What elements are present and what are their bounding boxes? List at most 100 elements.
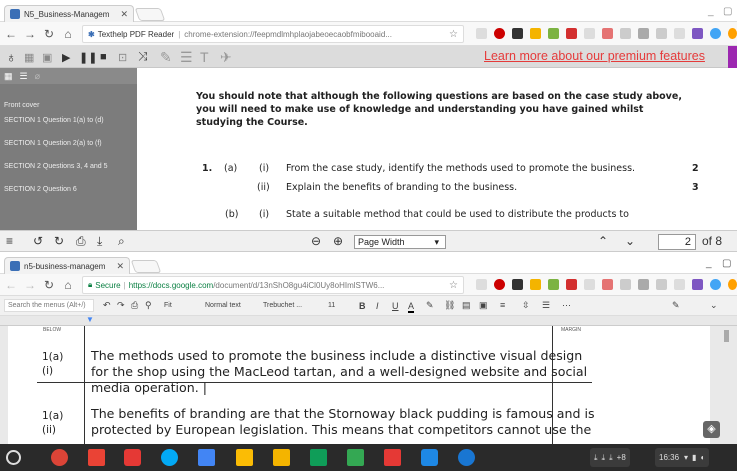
sidebar-item-section2-q6[interactable]: SECTION 2 Question 6 bbox=[0, 186, 137, 194]
play-icon[interactable]: ▶ bbox=[62, 51, 70, 64]
explore-button[interactable]: ◈ bbox=[703, 421, 720, 438]
forward-icon[interactable]: → bbox=[22, 278, 38, 292]
sidebar-item-section1-q1[interactable]: SECTION 1 Question 1(a) to (d) bbox=[0, 117, 137, 125]
pin-icon[interactable]: ✈ bbox=[220, 49, 232, 66]
extension-6-icon[interactable] bbox=[566, 28, 577, 39]
extension-15-icon[interactable] bbox=[728, 279, 737, 290]
redo-icon[interactable]: ↷ bbox=[117, 300, 125, 311]
office-icon[interactable] bbox=[384, 449, 401, 466]
comment-icon[interactable]: ▤ bbox=[462, 300, 471, 311]
link-icon[interactable]: ⛓ bbox=[444, 300, 455, 311]
underline-button[interactable]: U bbox=[392, 301, 399, 311]
minimize-icon[interactable]: _ bbox=[706, 258, 712, 269]
extension-5-icon[interactable] bbox=[548, 279, 559, 290]
home-icon[interactable]: ⌂ bbox=[60, 27, 76, 41]
print-icon[interactable]: ⎙ bbox=[131, 300, 138, 311]
ruler[interactable]: ▼ bbox=[0, 316, 737, 326]
highlighter-icon[interactable]: ✎ bbox=[160, 49, 172, 66]
docs-icon[interactable] bbox=[198, 449, 215, 466]
download-icon[interactable]: ⤓ bbox=[97, 234, 102, 249]
extension-8-icon[interactable] bbox=[602, 279, 613, 290]
search-icon[interactable]: ⌕ bbox=[118, 234, 125, 249]
undo-icon[interactable]: ↶ bbox=[103, 300, 111, 311]
sheets-icon[interactable] bbox=[310, 449, 327, 466]
extension-10-icon[interactable] bbox=[638, 279, 649, 290]
thumbnails-icon[interactable]: ▦ bbox=[4, 71, 13, 82]
maximize-icon[interactable]: ▢ bbox=[722, 258, 731, 269]
extension-3-icon[interactable] bbox=[512, 28, 523, 39]
translator-icon[interactable]: ⤨ bbox=[138, 49, 148, 64]
minimize-icon[interactable]: _ bbox=[708, 6, 714, 17]
font-select[interactable]: Trebuchet ... bbox=[263, 302, 302, 309]
close-tab-icon[interactable]: ✕ bbox=[120, 9, 128, 20]
pause-icon[interactable]: ❚❚ bbox=[79, 51, 97, 64]
back-icon[interactable]: ← bbox=[3, 278, 19, 292]
screenshot-icon[interactable]: ▦ bbox=[24, 51, 34, 64]
scrollbar-thumb[interactable] bbox=[724, 330, 729, 342]
sidebar-item-section2-q345[interactable]: SECTION 2 Questions 3, 4 and 5 bbox=[0, 163, 137, 171]
extension-2-icon[interactable] bbox=[494, 279, 505, 290]
next-page-icon[interactable]: ⌄ bbox=[625, 234, 635, 248]
align-icon[interactable]: ≡ bbox=[500, 300, 505, 310]
extension-14-icon[interactable] bbox=[710, 28, 721, 39]
back-icon[interactable]: ← bbox=[3, 27, 19, 41]
answer-cell[interactable]: The benefits of branding are that the St… bbox=[91, 406, 595, 438]
previous-page-icon[interactable]: ⌃ bbox=[598, 234, 608, 248]
extension-13-icon[interactable] bbox=[692, 28, 703, 39]
play-store-icon[interactable] bbox=[161, 449, 178, 466]
italic-button[interactable]: I bbox=[376, 301, 379, 311]
drive-icon[interactable] bbox=[347, 449, 364, 466]
zoom-in-icon[interactable]: ⊕ bbox=[333, 234, 343, 248]
zoom-select[interactable]: Fit bbox=[164, 302, 172, 309]
texthelp-logo-icon[interactable]: ♁ bbox=[6, 49, 17, 65]
extension-5-icon[interactable] bbox=[548, 28, 559, 39]
slides-icon[interactable] bbox=[273, 449, 290, 466]
extension-12-icon[interactable] bbox=[674, 28, 685, 39]
extension-7-icon[interactable] bbox=[584, 279, 595, 290]
extension-14-icon[interactable] bbox=[710, 279, 721, 290]
indent-marker-icon[interactable]: ▼ bbox=[86, 316, 94, 324]
status-tray[interactable]: 16:36 ▾ ▮ ◐ bbox=[655, 448, 710, 467]
tab-google-doc[interactable]: n5-business-managem ✕ bbox=[4, 257, 130, 274]
extension-13-icon[interactable] bbox=[692, 279, 703, 290]
new-tab-button[interactable] bbox=[130, 260, 162, 273]
reload-icon[interactable]: ↻ bbox=[41, 27, 57, 41]
new-tab-button[interactable] bbox=[134, 8, 166, 21]
extension-6-icon[interactable] bbox=[566, 279, 577, 290]
gmail-icon[interactable] bbox=[88, 449, 105, 466]
bookmark-star-icon[interactable]: ☆ bbox=[449, 280, 458, 291]
collapse-toolbar-icon[interactable]: ⌄ bbox=[710, 300, 718, 311]
omnibox[interactable]: 🔒︎ Secure | https://docs.google.com /doc… bbox=[82, 276, 464, 294]
sidebar-item-front-cover[interactable]: Front cover bbox=[0, 102, 137, 110]
list-icon[interactable]: ☰ bbox=[542, 300, 550, 311]
extension-11-icon[interactable] bbox=[656, 279, 667, 290]
sidebar-toggle-icon[interactable]: ≡ bbox=[6, 234, 13, 248]
style-select[interactable]: Normal text bbox=[205, 302, 241, 309]
extension-15-icon[interactable] bbox=[728, 28, 737, 39]
youtube-icon[interactable] bbox=[124, 449, 141, 466]
paint-format-icon[interactable]: ⚲ bbox=[145, 300, 152, 311]
home-icon[interactable]: ⌂ bbox=[60, 278, 76, 292]
stop-icon[interactable]: ■ bbox=[100, 51, 107, 63]
extension-9-icon[interactable] bbox=[620, 279, 631, 290]
extension-11-icon[interactable] bbox=[656, 28, 667, 39]
extension-1-icon[interactable] bbox=[476, 28, 487, 39]
editing-mode-icon[interactable]: ✎ bbox=[672, 300, 680, 311]
screen-mask-icon[interactable]: ▣ bbox=[42, 51, 52, 64]
print-icon[interactable]: ⎙ bbox=[76, 234, 86, 249]
rotate-cw-icon[interactable]: ↻ bbox=[54, 234, 64, 248]
outline-icon[interactable]: ☰ bbox=[20, 71, 28, 82]
app-icon[interactable] bbox=[421, 449, 438, 466]
image-icon[interactable]: ▣ bbox=[479, 300, 488, 311]
extension-8-icon[interactable] bbox=[602, 28, 613, 39]
font-size-select[interactable]: 11 bbox=[328, 302, 335, 309]
tab-pdf[interactable]: N5_Business-Managem ✕ bbox=[4, 5, 134, 22]
line-spacing-icon[interactable]: ⇳ bbox=[522, 300, 530, 311]
collect-highlights-icon[interactable]: ☰ bbox=[180, 49, 193, 66]
rotate-ccw-icon[interactable]: ↺ bbox=[33, 234, 43, 248]
extension-3-icon[interactable] bbox=[512, 279, 523, 290]
page-number-input[interactable]: 2 bbox=[658, 234, 696, 250]
downloads-tray[interactable]: ⤓ ⤓ ⤓ +8 bbox=[590, 448, 630, 467]
omnibox[interactable]: ✱ Texthelp PDF Reader | chrome-extension… bbox=[82, 25, 464, 43]
extension-2-icon[interactable] bbox=[494, 28, 505, 39]
